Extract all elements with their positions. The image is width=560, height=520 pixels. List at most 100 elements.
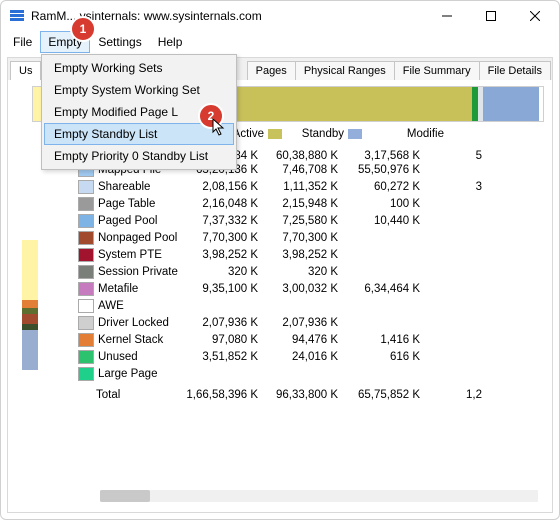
row-swatch-icon (78, 282, 94, 296)
row-swatch-icon (78, 214, 94, 228)
row-swatch-icon (78, 197, 94, 211)
row-total: 97,080 K (178, 334, 258, 346)
row-active: 3,00,032 K (258, 283, 338, 295)
horizontal-scrollbar[interactable] (100, 490, 538, 502)
maximize-button[interactable] (469, 1, 513, 31)
header-modified: Modifie (407, 128, 444, 140)
table-row-total: Total 1,66,58,396 K96,33,800 K65,75,852 K… (78, 386, 544, 403)
scrollbar-thumb[interactable] (100, 490, 150, 502)
tab-use-counts[interactable]: Us (10, 61, 41, 80)
row-swatch-icon (78, 231, 94, 245)
table-row: AWE (78, 297, 544, 314)
row-active: 320 K (258, 266, 338, 278)
row-active: 7,46,708 K (258, 164, 338, 176)
left-color-strip (22, 240, 38, 370)
menu-help[interactable]: Help (150, 31, 191, 53)
table-row: Session Private320 K320 K (78, 263, 544, 280)
swatch-active-icon (268, 129, 282, 139)
row-total: 7,70,300 K (178, 232, 258, 244)
menu-empty-system-working-set[interactable]: Empty System Working Set (44, 79, 234, 101)
menu-settings[interactable]: Settings (90, 31, 149, 53)
row-total: 3,51,852 K (178, 351, 258, 363)
callout-badge-1: 1 (70, 16, 96, 42)
row-total: 2,16,048 K (178, 198, 258, 210)
legend-segment (22, 314, 38, 324)
tab-file-details[interactable]: File Details (479, 61, 551, 80)
row-label: Unused (98, 351, 138, 363)
minimize-button[interactable] (425, 1, 469, 31)
swatch-standby-icon (348, 129, 362, 139)
row-label: Paged Pool (98, 215, 157, 227)
row-standby: 1,416 K (338, 334, 420, 346)
row-active: 24,016 K (258, 351, 338, 363)
row-label: System PTE (98, 249, 162, 261)
table-row: Unused 3,51,852 K24,016 K616 K (78, 348, 544, 365)
table-row: Metafile 9,35,100 K3,00,032 K6,34,464 K (78, 280, 544, 297)
row-modified: 5 (420, 150, 482, 162)
row-total: 7,37,332 K (178, 215, 258, 227)
row-active: 2,15,948 K (258, 198, 338, 210)
header-standby: Standby (302, 128, 344, 140)
app-icon (9, 8, 25, 24)
table-row: System PTE 3,98,252 K3,98,252 K (78, 246, 544, 263)
row-active: 94,476 K (258, 334, 338, 346)
memory-table: Process Private64,15,884 K60,38,880 K3,1… (78, 144, 544, 403)
row-standby: 100 K (338, 198, 420, 210)
table-row: Driver Locked2,07,936 K2,07,936 K (78, 314, 544, 331)
table-row: Nonpaged Pool7,70,300 K7,70,300 K (78, 229, 544, 246)
row-standby: 10,440 K (338, 215, 420, 227)
tab-pages[interactable]: Pages (247, 61, 296, 80)
header-active: Active (233, 128, 264, 140)
cursor-icon (212, 118, 228, 141)
menu-empty-working-sets[interactable]: Empty Working Sets (44, 57, 234, 79)
chart-segment (472, 87, 479, 121)
row-standby: 3,17,568 K (338, 150, 420, 162)
row-swatch-icon (78, 180, 94, 194)
legend-segment (22, 330, 38, 370)
table-row: Shareable2,08,156 K1,11,352 K60,272 K3 (78, 178, 544, 195)
row-label: Shareable (98, 181, 150, 193)
row-swatch-icon (78, 333, 94, 347)
table-row: Kernel Stack 97,080 K94,476 K1,416 K (78, 331, 544, 348)
legend-segment (22, 240, 38, 300)
tab-physical-ranges[interactable]: Physical Ranges (295, 61, 395, 80)
row-active: 3,98,252 K (258, 249, 338, 261)
row-label: Page Table (98, 198, 155, 210)
row-standby: 616 K (338, 351, 420, 363)
menu-empty-priority0-standby-list[interactable]: Empty Priority 0 Standby List (44, 145, 234, 167)
row-modified: 3 (420, 181, 482, 193)
row-swatch-icon (78, 350, 94, 364)
chart-segment (483, 87, 539, 121)
row-total: 2,07,936 K (178, 317, 258, 329)
row-modified: 1,2 (420, 389, 482, 401)
row-standby: 65,75,852 K (338, 389, 420, 401)
row-swatch-icon (78, 316, 94, 330)
row-standby: 6,34,464 K (338, 283, 420, 295)
row-total: 1,66,58,396 K (178, 389, 258, 401)
row-swatch-icon (78, 367, 94, 381)
row-active: 96,33,800 K (258, 389, 338, 401)
row-total: 2,08,156 K (178, 181, 258, 193)
row-label: Session Private (98, 266, 178, 278)
row-active: 2,07,936 K (258, 317, 338, 329)
row-label: Nonpaged Pool (98, 232, 177, 244)
row-swatch-icon (78, 299, 94, 313)
row-label: AWE (98, 300, 124, 312)
table-row: Page Table 2,16,048 K2,15,948 K100 K (78, 195, 544, 212)
row-standby: 55,50,976 K (338, 164, 420, 176)
row-total: 9,35,100 K (178, 283, 258, 295)
tab-file-summary[interactable]: File Summary (394, 61, 480, 80)
row-active: 7,25,580 K (258, 215, 338, 227)
row-label: Metafile (98, 283, 138, 295)
row-total: 3,98,252 K (178, 249, 258, 261)
table-row: Paged Pool 7,37,332 K7,25,580 K10,440 K (78, 212, 544, 229)
row-label: Kernel Stack (98, 334, 163, 346)
row-label: Total (96, 389, 120, 401)
close-button[interactable] (513, 1, 557, 31)
table-row: Large Page (78, 365, 544, 382)
menu-file[interactable]: File (5, 31, 40, 53)
row-label: Large Page (98, 368, 157, 380)
row-active: 1,11,352 K (258, 181, 338, 193)
legend-segment (22, 300, 38, 308)
row-total: 320 K (178, 266, 258, 278)
